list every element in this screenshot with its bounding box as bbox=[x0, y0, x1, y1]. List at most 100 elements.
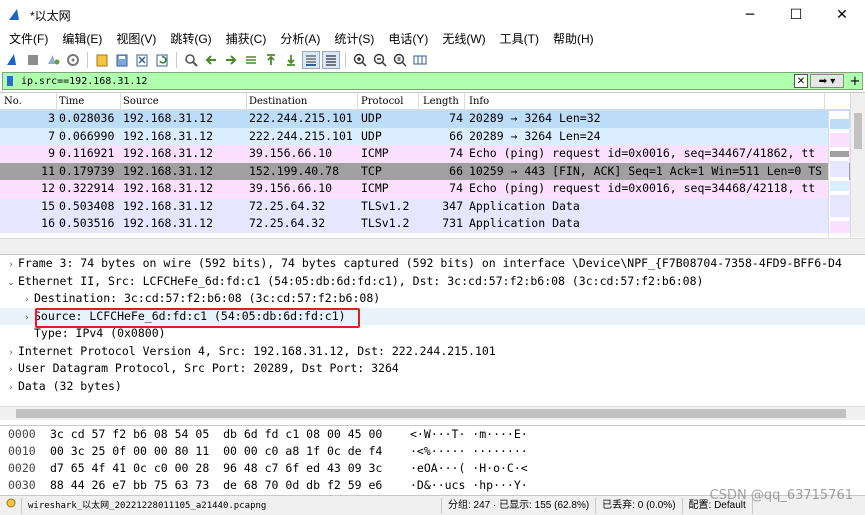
packet-cell-info: 20289 → 3264 Len=24 bbox=[469, 128, 601, 143]
col-header-info[interactable]: Info bbox=[465, 93, 825, 110]
shark-fin-start-icon[interactable] bbox=[4, 51, 22, 69]
display-filter-input[interactable]: ip.src==192.168.31.12 bbox=[17, 76, 794, 87]
packet-row[interactable]: 15 0.503408 192.168.31.12 72.25.64.32 TLSv1.… bbox=[0, 197, 865, 215]
forward-icon[interactable] bbox=[222, 51, 240, 69]
collapsed-arrow-icon[interactable]: › bbox=[4, 380, 18, 398]
packet-cell-src: 192.168.31.12 bbox=[123, 163, 214, 178]
hex-dump-row[interactable]: 0020 d7 65 4f 41 0c c0 00 28 96 48 c7 6f … bbox=[0, 460, 865, 477]
packet-cell-proto: ICMP bbox=[361, 146, 389, 160]
detail-tree-row[interactable]: › Data (32 bytes) bbox=[0, 378, 865, 396]
capture-file-name[interactable]: wireshark_以太网_20221228011105_a21440.pcap… bbox=[22, 497, 442, 514]
packet-cell-dst: 72.25.64.32 bbox=[249, 198, 326, 213]
zoom-in-icon[interactable] bbox=[351, 51, 369, 69]
colorize-icon[interactable] bbox=[322, 51, 340, 69]
menu-help[interactable]: 帮助(H) bbox=[546, 30, 601, 47]
packet-cell-time: 0.066990 bbox=[59, 128, 115, 143]
toolbar-separator bbox=[345, 52, 346, 68]
packet-row[interactable]: 9 0.116921 192.168.31.12 39.156.66.10 ICMP 74… bbox=[0, 145, 865, 163]
packet-row[interactable]: 11 0.179739 192.168.31.12 152.199.40.78 TCP 6… bbox=[0, 162, 865, 180]
packet-cell-len: 74 bbox=[449, 111, 463, 125]
apply-filter-button[interactable]: ➡ ▾ bbox=[810, 74, 844, 88]
resize-columns-icon[interactable] bbox=[411, 51, 429, 69]
packet-cell-no: 9 bbox=[48, 146, 55, 160]
bookmark-icon[interactable] bbox=[3, 73, 17, 89]
menu-view[interactable]: 视图(V) bbox=[109, 30, 163, 47]
go-to-packet-icon[interactable] bbox=[242, 51, 260, 69]
detail-tree-row[interactable]: › Internet Protocol Version 4, Src: 192.1… bbox=[0, 343, 865, 361]
watermark-text: CSDN @qq_63715761 bbox=[709, 488, 853, 503]
hex-hex: 88 44 26 e7 bb 75 63 73 de 68 70 0d db f… bbox=[50, 478, 383, 492]
col-header-length[interactable]: Length bbox=[419, 93, 465, 110]
menu-capture[interactable]: 捕获(C) bbox=[219, 30, 274, 47]
detail-tree-row[interactable]: › User Datagram Protocol, Src Port: 20289… bbox=[0, 360, 865, 378]
detail-tree-row[interactable]: › Frame 3: 74 bytes on wire (592 bits), 7… bbox=[0, 255, 865, 273]
menu-analyze[interactable]: 分析(A) bbox=[273, 30, 327, 47]
toolbar-separator bbox=[176, 52, 177, 68]
options-icon[interactable] bbox=[64, 51, 82, 69]
col-header-time[interactable]: Time bbox=[57, 93, 121, 110]
maximize-button[interactable]: ☐ bbox=[773, 0, 819, 30]
autoscroll-icon[interactable] bbox=[302, 51, 320, 69]
menu-edit[interactable]: 编辑(E) bbox=[55, 30, 109, 47]
minimize-button[interactable]: ─ bbox=[727, 0, 773, 30]
packet-cell-proto: ICMP bbox=[361, 181, 389, 195]
open-file-icon[interactable] bbox=[93, 51, 111, 69]
packet-row[interactable]: 7 0.066990 192.168.31.12 222.244.215.101 UDP… bbox=[0, 127, 865, 145]
scrollbar-thumb[interactable] bbox=[16, 409, 846, 418]
menu-go[interactable]: 跳转(G) bbox=[163, 30, 218, 47]
packet-cell-src: 192.168.31.12 bbox=[123, 128, 214, 143]
hex-dump-row[interactable]: 0010 00 3c 25 0f 00 00 80 11 00 00 c0 a8 … bbox=[0, 443, 865, 460]
hex-offset: 0020 bbox=[8, 461, 36, 475]
detail-tree-row[interactable]: ⌄ Ethernet II, Src: LCFCHeFe_6d:fd:c1 (54… bbox=[0, 273, 865, 291]
menu-wireless[interactable]: 无线(W) bbox=[435, 30, 492, 47]
menu-tools[interactable]: 工具(T) bbox=[493, 30, 546, 47]
packet-list-header: No. Time Source Destination Protocol Len… bbox=[0, 93, 865, 110]
find-icon[interactable] bbox=[182, 51, 200, 69]
packet-list: No. Time Source Destination Protocol Len… bbox=[0, 92, 865, 237]
menu-statistics[interactable]: 统计(S) bbox=[327, 30, 381, 47]
zoom-reset-icon[interactable] bbox=[391, 51, 409, 69]
main-toolbar bbox=[0, 49, 865, 71]
hex-hex: 00 3c 25 0f 00 00 80 11 00 00 c0 a8 1f 0… bbox=[50, 444, 383, 458]
first-packet-icon[interactable] bbox=[262, 51, 280, 69]
packet-row[interactable]: 16 0.503516 192.168.31.12 72.25.64.32 TLSv1.… bbox=[0, 215, 865, 233]
packet-bytes-pane: 0000 3c cd 57 f2 b6 08 54 05 db 6d fd c1 … bbox=[0, 425, 865, 493]
hex-dump-row[interactable]: 0000 3c cd 57 f2 b6 08 54 05 db 6d fd c1 … bbox=[0, 426, 865, 443]
pane-splitter[interactable] bbox=[0, 238, 865, 254]
detail-tree-row[interactable]: › Destination: 3c:cd:57:f2:b6:08 (3c:cd:5… bbox=[0, 290, 865, 308]
add-filter-button-icon[interactable]: + bbox=[848, 74, 862, 89]
detail-text: Data (32 bytes) bbox=[18, 378, 122, 393]
zoom-out-icon[interactable] bbox=[371, 51, 389, 69]
restart-icon[interactable] bbox=[44, 51, 62, 69]
reload-icon[interactable] bbox=[153, 51, 171, 69]
col-header-destination[interactable]: Destination bbox=[247, 93, 358, 110]
packet-list-scrollbar[interactable] bbox=[850, 93, 865, 237]
packet-cell-src: 192.168.31.12 bbox=[123, 198, 214, 213]
back-icon[interactable] bbox=[202, 51, 220, 69]
packet-cell-info: Echo (ping) request id=0x0016, seq=34468… bbox=[469, 181, 816, 195]
packet-cell-dst: 39.156.66.10 bbox=[249, 146, 333, 160]
clear-filter-icon[interactable]: ✕ bbox=[794, 74, 808, 88]
scrollbar-thumb[interactable] bbox=[854, 113, 862, 149]
close-file-icon[interactable] bbox=[133, 51, 151, 69]
menu-file[interactable]: 文件(F) bbox=[2, 30, 55, 47]
packet-row[interactable]: 3 0.028036 192.168.31.12 222.244.215.101 UDP… bbox=[0, 110, 865, 128]
save-file-icon[interactable] bbox=[113, 51, 131, 69]
packet-cell-dst: 222.244.215.101 bbox=[249, 111, 353, 125]
packet-row[interactable]: 12 0.322914 192.168.31.12 39.156.66.10 ICMP 7… bbox=[0, 180, 865, 198]
wireshark-fin-icon bbox=[9, 9, 19, 20]
last-packet-icon[interactable] bbox=[282, 51, 300, 69]
annotation-highlight-box bbox=[35, 308, 360, 328]
col-header-source[interactable]: Source bbox=[121, 93, 247, 110]
expert-info-icon[interactable] bbox=[0, 497, 22, 514]
menu-telephony[interactable]: 电话(Y) bbox=[381, 30, 435, 47]
packet-cell-info: Application Data bbox=[469, 216, 580, 230]
details-horizontal-scrollbar[interactable] bbox=[0, 406, 865, 420]
packet-minimap[interactable] bbox=[828, 111, 849, 237]
packet-cell-dst: 222.244.215.101 bbox=[249, 128, 353, 143]
col-header-protocol[interactable]: Protocol bbox=[358, 93, 419, 110]
close-button[interactable]: ✕ bbox=[819, 0, 865, 30]
col-header-no[interactable]: No. bbox=[0, 93, 57, 110]
packet-cell-dst: 39.156.66.10 bbox=[249, 181, 333, 195]
stop-icon[interactable] bbox=[24, 51, 42, 69]
